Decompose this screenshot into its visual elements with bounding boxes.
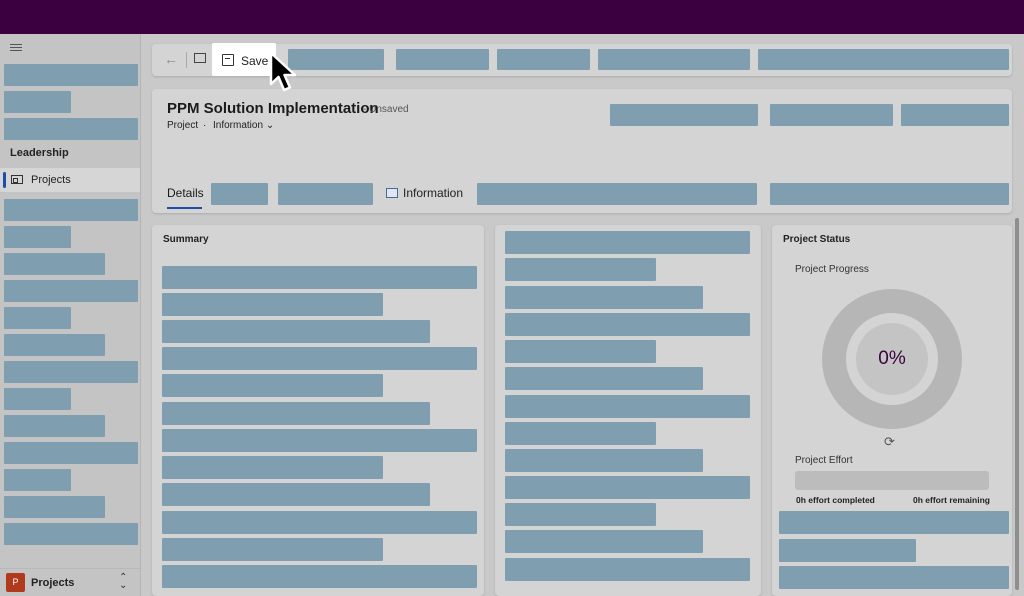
tab-placeholder[interactable] <box>278 183 373 205</box>
field-placeholder[interactable] <box>505 313 750 336</box>
field-placeholder[interactable] <box>162 483 430 506</box>
field-placeholder[interactable] <box>162 565 477 588</box>
field-placeholder[interactable] <box>505 476 750 499</box>
command-placeholder[interactable] <box>497 49 590 70</box>
sidebar-item-placeholder[interactable] <box>4 118 138 140</box>
area-switcher[interactable]: P Projects ⌃ ⌄ <box>0 568 140 596</box>
divider <box>186 52 187 68</box>
effort-completed: 0h effort completed <box>796 495 875 505</box>
field-placeholder[interactable] <box>779 566 1009 589</box>
field-placeholder[interactable] <box>162 402 430 425</box>
sidebar-item-placeholder[interactable] <box>4 226 71 248</box>
open-in-new-window-icon[interactable] <box>194 53 206 63</box>
entity-name: Project <box>167 120 199 131</box>
chevron-up-down-icon: ⌃ ⌄ <box>119 572 128 591</box>
field-placeholder[interactable] <box>505 367 703 390</box>
refresh-icon[interactable]: ⟳ <box>884 434 895 450</box>
project-progress-label: Project Progress <box>795 264 869 275</box>
save-disk-icon <box>222 54 234 66</box>
field-placeholder[interactable] <box>505 395 750 418</box>
header-field-placeholder[interactable] <box>901 104 1009 126</box>
vertical-scrollbar[interactable] <box>1015 218 1019 590</box>
tab-details[interactable]: Details <box>167 186 204 200</box>
field-placeholder[interactable] <box>162 347 477 370</box>
hamburger-menu-icon[interactable] <box>10 44 22 52</box>
tab-placeholder[interactable] <box>770 183 1009 205</box>
save-button-label: Save <box>241 54 269 68</box>
field-placeholder[interactable] <box>162 320 430 343</box>
command-placeholder[interactable] <box>288 49 384 70</box>
field-placeholder[interactable] <box>162 293 383 316</box>
field-placeholder[interactable] <box>779 539 916 562</box>
sidebar-item-placeholder[interactable] <box>4 334 105 356</box>
field-placeholder[interactable] <box>505 449 703 472</box>
field-placeholder[interactable] <box>505 340 656 363</box>
sidebar-item-placeholder[interactable] <box>4 523 138 545</box>
sidebar-item-placeholder[interactable] <box>4 361 138 383</box>
sidebar-item-placeholder[interactable] <box>4 280 138 302</box>
form-selector-label: Information <box>213 120 264 131</box>
save-status: - Unsaved <box>363 104 409 115</box>
back-arrow-icon[interactable]: ← <box>164 51 178 67</box>
header-field-placeholder[interactable] <box>770 104 893 126</box>
sidebar-item-placeholder[interactable] <box>4 307 71 329</box>
field-placeholder[interactable] <box>505 231 750 254</box>
tab-information[interactable]: Information <box>403 186 463 200</box>
sidebar-item-placeholder[interactable] <box>4 199 138 221</box>
field-placeholder[interactable] <box>162 511 477 534</box>
area-badge: P <box>6 573 25 592</box>
field-placeholder[interactable] <box>162 538 383 561</box>
field-placeholder[interactable] <box>505 530 703 553</box>
mouse-pointer-icon <box>269 51 297 92</box>
field-placeholder[interactable] <box>162 429 477 452</box>
sidebar-item-placeholder[interactable] <box>4 469 71 491</box>
sidebar-item-placeholder[interactable] <box>4 415 105 437</box>
progress-percentage: 0% <box>878 348 906 369</box>
form-selector[interactable]: Information ⌄ <box>213 120 274 131</box>
app-top-bar <box>0 0 1024 34</box>
area-label: Projects <box>31 577 75 589</box>
field-placeholder[interactable] <box>162 456 383 479</box>
effort-progress-bar <box>795 471 989 490</box>
sidebar-item-placeholder[interactable] <box>4 64 138 86</box>
command-placeholder[interactable] <box>758 49 1009 70</box>
save-button[interactable]: Save <box>212 43 276 76</box>
tab-placeholder[interactable] <box>477 183 757 205</box>
project-board-icon <box>11 175 23 184</box>
project-effort-label: Project Effort <box>795 455 853 466</box>
sidebar-item-placeholder[interactable] <box>4 91 71 113</box>
sidebar-item-placeholder[interactable] <box>4 253 105 275</box>
header-field-placeholder[interactable] <box>610 104 758 126</box>
command-placeholder[interactable] <box>598 49 750 70</box>
sidebar-section-title: Leadership <box>10 147 69 159</box>
sidebar-item-placeholder[interactable] <box>4 496 105 518</box>
field-placeholder[interactable] <box>162 374 383 397</box>
book-icon <box>386 188 398 198</box>
field-placeholder[interactable] <box>505 422 656 445</box>
field-placeholder[interactable] <box>505 503 656 526</box>
command-placeholder[interactable] <box>396 49 489 70</box>
sidebar-item-placeholder[interactable] <box>4 442 138 464</box>
sidebar-item-label: Projects <box>31 174 71 186</box>
sidebar-item-placeholder[interactable] <box>4 388 71 410</box>
summary-title: Summary <box>163 234 209 245</box>
record-title: PPM Solution Implementation <box>167 100 379 117</box>
field-placeholder[interactable] <box>505 258 656 281</box>
active-indicator <box>3 172 6 188</box>
chevron-down-icon: ⌄ <box>265 120 275 131</box>
separator: · <box>203 120 207 131</box>
effort-remaining: 0h effort remaining <box>913 495 990 505</box>
active-tab-underline <box>167 207 202 209</box>
field-placeholder[interactable] <box>505 286 703 309</box>
field-placeholder[interactable] <box>779 511 1009 534</box>
field-placeholder[interactable] <box>162 266 477 289</box>
sidebar-item-projects[interactable]: Projects <box>0 168 140 192</box>
project-status-title: Project Status <box>783 234 851 245</box>
sidebar: Leadership Projects P Projects ⌃ ⌄ <box>0 34 141 596</box>
tab-placeholder[interactable] <box>211 183 268 205</box>
field-placeholder[interactable] <box>505 558 750 581</box>
